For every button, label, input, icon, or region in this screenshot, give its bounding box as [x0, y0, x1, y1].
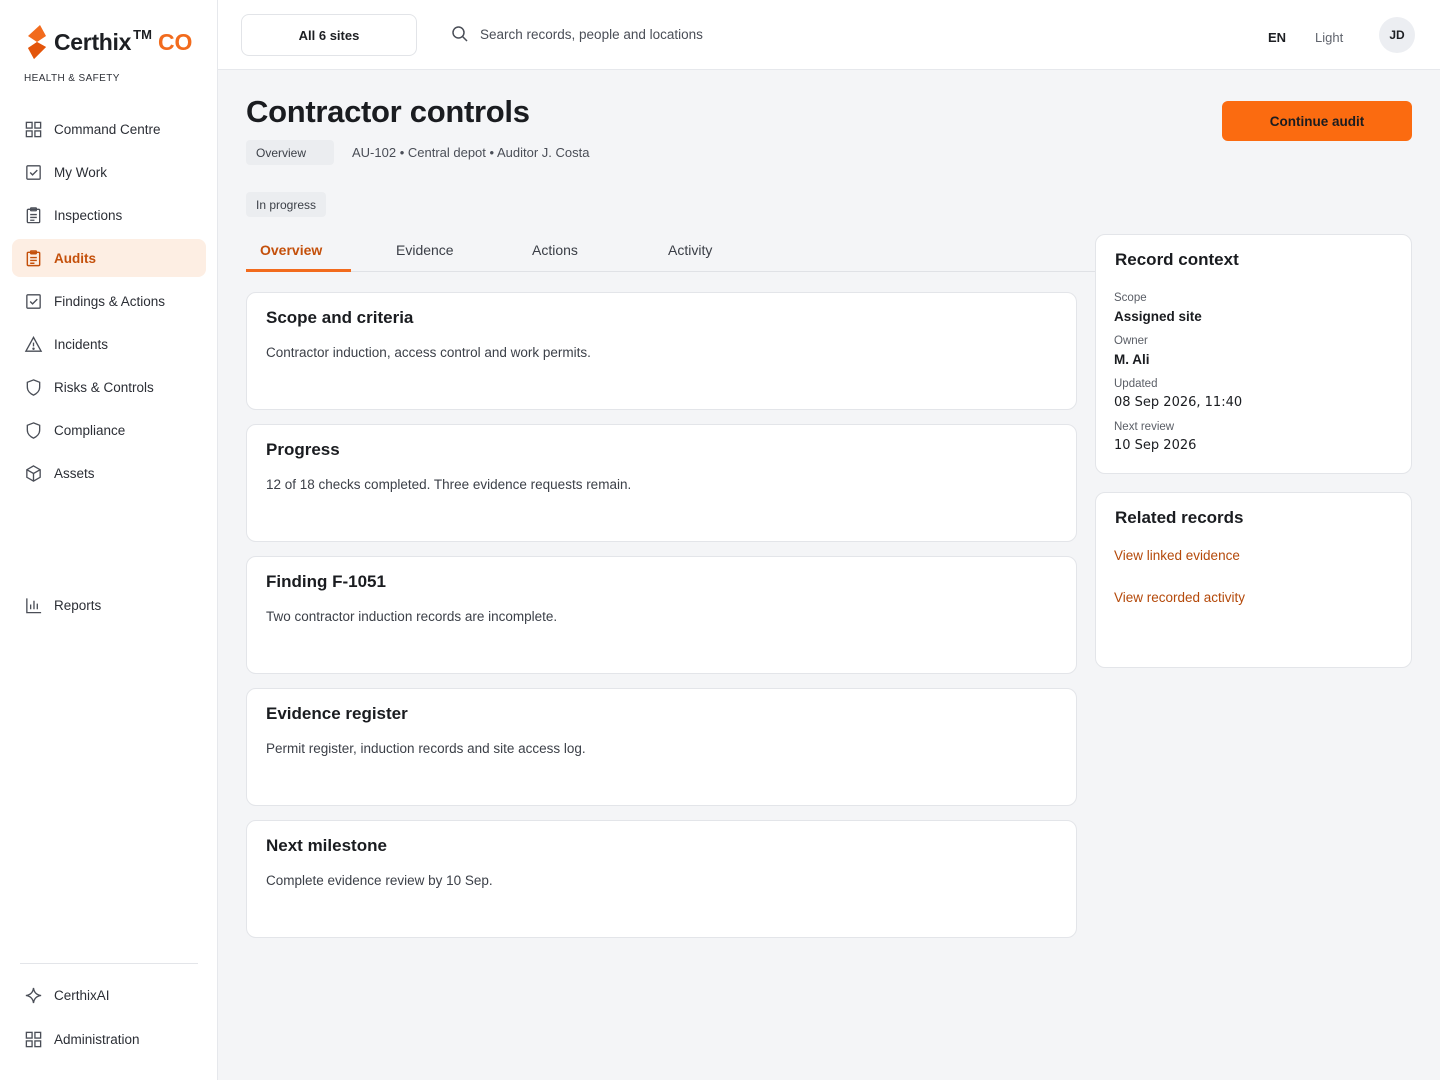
related-records-panel: Related records View linked evidence Vie…	[1095, 492, 1412, 668]
sidebar-item-label: Findings & Actions	[54, 293, 166, 309]
panel-title: Related records	[1115, 508, 1244, 527]
card-body: Contractor induction, access control and…	[266, 345, 591, 360]
sidebar-item-reports[interactable]: Reports	[12, 586, 206, 624]
cube-icon	[26, 464, 41, 482]
tab-actions[interactable]: Actions	[532, 242, 578, 258]
language-switch[interactable]: EN	[1268, 30, 1286, 45]
sidebar-item-audits[interactable]: Audits	[12, 239, 206, 277]
context-label-updated: Updated	[1114, 378, 1158, 390]
brand-trademark: TM	[133, 26, 152, 42]
active-tab-indicator	[246, 269, 351, 272]
sidebar-item-label: Reports	[54, 597, 102, 613]
avatar[interactable]: JD	[1379, 17, 1415, 53]
card-progress: Progress 12 of 18 checks completed. Thre…	[246, 424, 1077, 542]
sidebar-item-label: Compliance	[54, 422, 126, 438]
sidebar-item-risks-controls[interactable]: Risks & Controls	[12, 368, 206, 406]
context-label-owner: Owner	[1114, 335, 1148, 347]
sidebar-item-incidents[interactable]: Incidents	[12, 325, 206, 363]
grid-icon	[25, 121, 42, 137]
context-value-owner: M. Ali	[1114, 352, 1150, 367]
brand-name: Certhix	[54, 28, 132, 55]
sparkle-icon	[25, 987, 42, 1003]
global-search	[450, 24, 840, 44]
sidebar-item-label: CerthixAI	[54, 987, 110, 1003]
sidebar-item-compliance[interactable]: Compliance	[12, 411, 206, 449]
tab-bar: Overview Evidence Actions Activity	[246, 232, 1095, 272]
sidebar-item-inspections[interactable]: Inspections	[12, 196, 206, 234]
sidebar-divider	[20, 963, 198, 964]
record-context-panel: Record context Scope Assigned site Owner…	[1095, 234, 1412, 474]
top-bar: All 6 sites EN Light JD	[218, 0, 1440, 70]
tab-evidence[interactable]: Evidence	[396, 242, 454, 258]
clipboard-icon	[26, 206, 41, 223]
context-label-scope: Scope	[1114, 292, 1147, 304]
card-title: Evidence register	[266, 704, 408, 723]
panel-title: Record context	[1115, 250, 1239, 269]
continue-audit-button[interactable]: Continue audit	[1222, 101, 1412, 141]
card-title: Finding F-1051	[266, 572, 386, 591]
sidebar-item-label: Administration	[54, 1031, 140, 1047]
brand-subtitle: HEALTH & SAFETY	[24, 73, 120, 84]
sidebar-item-command-centre[interactable]: Command Centre	[12, 110, 206, 148]
sidebar-item-administration[interactable]: Administration	[12, 1020, 206, 1058]
card-finding: Finding F-1051 Two contractor induction …	[246, 556, 1077, 674]
card-body: Complete evidence review by 10 Sep.	[266, 873, 493, 888]
sidebar-item-label: Risks & Controls	[54, 379, 154, 395]
sidebar-item-label: Inspections	[54, 207, 123, 223]
card-body: Two contractor induction records are inc…	[266, 609, 558, 624]
check-square-icon	[26, 164, 41, 180]
card-title: Next milestone	[266, 836, 387, 855]
view-recorded-activity-link[interactable]: View recorded activity	[1114, 590, 1245, 605]
search-icon	[452, 26, 468, 42]
context-value-next-review: 10 Sep 2026	[1114, 438, 1197, 453]
card-title: Progress	[266, 440, 340, 459]
page-title: Contractor controls	[246, 94, 530, 129]
sidebar-item-label: Incidents	[54, 336, 109, 352]
tab-overview[interactable]: Overview	[260, 242, 322, 258]
breadcrumb[interactable]: Overview	[246, 140, 335, 165]
sidebar-item-label: Assets	[54, 465, 95, 481]
grid-icon	[25, 1031, 42, 1047]
card-title: Scope and criteria	[266, 308, 414, 327]
sidebar-item-certhixai[interactable]: CerthixAI	[12, 976, 206, 1014]
sidebar-nav: Command Centre My Work Inspections Audit…	[12, 110, 206, 613]
context-value-scope: Assigned site	[1114, 309, 1202, 324]
brand-logo[interactable]: Certhix TM CO	[24, 24, 192, 60]
site-selector[interactable]: All 6 sites	[241, 14, 417, 56]
clipboard-icon	[26, 249, 41, 266]
context-label-next-review: Next review	[1114, 421, 1175, 433]
sidebar: Certhix TM CO HEALTH & SAFETY Command Ce…	[0, 0, 218, 1080]
record-meta: AU-102 • Central depot • Auditor J. Cost…	[352, 145, 590, 160]
card-body: Permit register, induction records and s…	[266, 741, 586, 756]
status-badge: In progress	[246, 192, 327, 217]
card-scope-criteria: Scope and criteria Contractor induction,…	[246, 292, 1077, 410]
view-linked-evidence-link[interactable]: View linked evidence	[1114, 548, 1240, 563]
tab-activity[interactable]: Activity	[668, 242, 712, 258]
context-value-updated: 08 Sep 2026, 11:40	[1114, 395, 1243, 410]
search-input[interactable]	[480, 26, 840, 42]
sidebar-item-label: Audits	[54, 250, 96, 266]
sidebar-bottom-nav: CerthixAI Administration	[12, 976, 206, 1064]
check-square-icon	[26, 293, 41, 309]
shield-icon	[26, 421, 41, 439]
sidebar-item-label: Command Centre	[54, 121, 161, 137]
sidebar-item-assets[interactable]: Assets	[12, 454, 206, 492]
sidebar-item-my-work[interactable]: My Work	[12, 153, 206, 191]
card-evidence-register: Evidence register Permit register, induc…	[246, 688, 1077, 806]
theme-toggle[interactable]: Light	[1315, 30, 1343, 45]
sidebar-item-label: My Work	[54, 164, 107, 180]
warning-triangle-icon	[24, 335, 43, 352]
shield-icon	[26, 378, 41, 396]
brand-suffix: CO	[157, 28, 193, 55]
bar-chart-icon	[26, 597, 42, 613]
card-next-milestone: Next milestone Complete evidence review …	[246, 820, 1077, 938]
brand-mark-icon	[28, 25, 46, 59]
card-body: 12 of 18 checks completed. Three evidenc…	[266, 477, 632, 492]
sidebar-item-findings-actions[interactable]: Findings & Actions	[12, 282, 206, 320]
